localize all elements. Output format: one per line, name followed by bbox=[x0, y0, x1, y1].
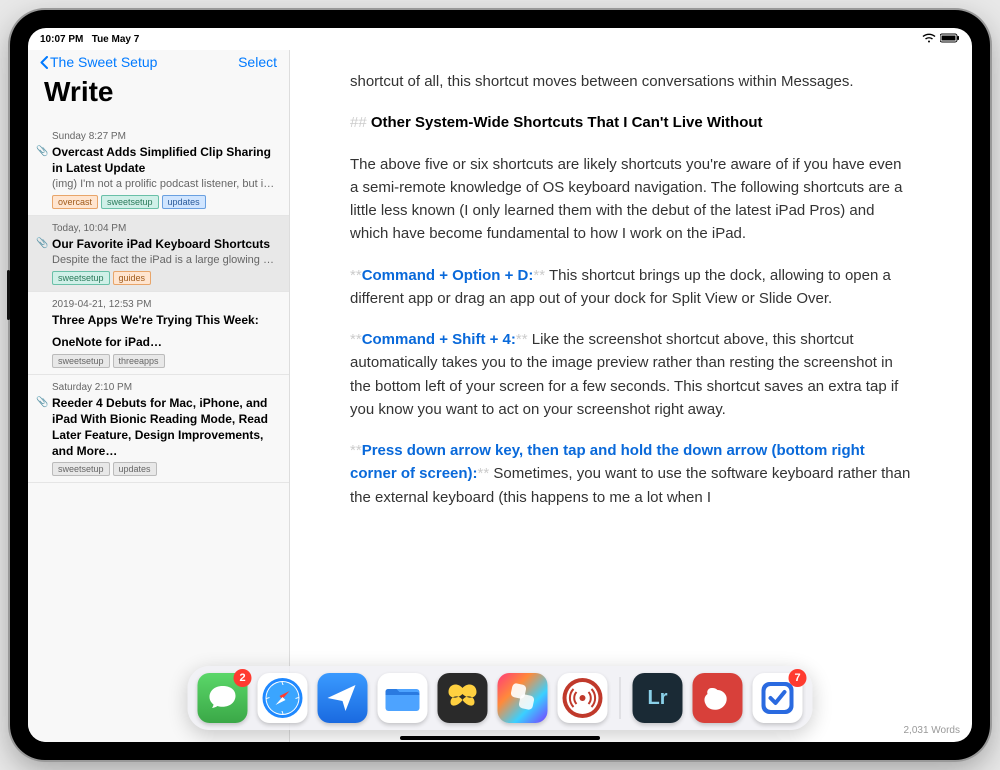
note-tags: sweetsetupupdates bbox=[52, 462, 277, 476]
shortcuts-icon[interactable] bbox=[498, 673, 548, 723]
word-count: 2,031 Words bbox=[903, 725, 960, 736]
paperclip-icon: 📎 bbox=[36, 397, 48, 408]
page-title: Write bbox=[40, 70, 277, 116]
paragraph: shortcut of all, this shortcut moves bet… bbox=[350, 70, 912, 93]
badge: 7 bbox=[789, 669, 807, 687]
mail-icon[interactable] bbox=[318, 673, 368, 723]
note-title: Three Apps We're Trying This Week: bbox=[52, 312, 277, 328]
note-date: Today, 10:04 PM bbox=[52, 222, 277, 235]
note-item[interactable]: 📎 Sunday 8:27 PMOvercast Adds Simplified … bbox=[28, 124, 289, 216]
paperclip-icon: 📎 bbox=[36, 238, 48, 249]
notes-sidebar: The Sweet Setup Select Write 📎 Sunday 8:2… bbox=[28, 50, 290, 742]
dock: 2 Lr 7 bbox=[188, 666, 813, 730]
bear-icon[interactable] bbox=[693, 673, 743, 723]
note-list[interactable]: 📎 Sunday 8:27 PMOvercast Adds Simplified … bbox=[28, 124, 289, 742]
note-date: Sunday 8:27 PM bbox=[52, 130, 277, 143]
status-bar: 10:07 PM Tue May 7 bbox=[28, 28, 972, 50]
messages-icon[interactable]: 2 bbox=[198, 673, 248, 723]
back-button[interactable]: The Sweet Setup bbox=[40, 54, 157, 70]
butterfly-icon[interactable] bbox=[438, 673, 488, 723]
heading-2: ## Other System-Wide Shortcuts That I Ca… bbox=[350, 111, 912, 134]
note-tags: sweetsetupthreeapps bbox=[52, 354, 277, 368]
lightroom-icon[interactable]: Lr bbox=[633, 673, 683, 723]
tag[interactable]: updates bbox=[113, 462, 157, 476]
files-icon[interactable] bbox=[378, 673, 428, 723]
safari-icon[interactable] bbox=[258, 673, 308, 723]
note-item[interactable]: 📎 Today, 10:04 PMOur Favorite iPad Keyboa… bbox=[28, 216, 289, 292]
note-date: 2019-04-21, 12:53 PM bbox=[52, 298, 277, 311]
note-tags: sweetsetupguides bbox=[52, 271, 277, 285]
ipad-frame: 10:07 PM Tue May 7 bbox=[10, 10, 990, 760]
note-item[interactable]: 📎 Saturday 2:10 PMReeder 4 Debuts for Mac… bbox=[28, 375, 289, 484]
paragraph: **Command + Shift + 4:** Like the screen… bbox=[350, 328, 912, 421]
tag[interactable]: updates bbox=[162, 195, 206, 209]
note-tags: overcastsweetsetupupdates bbox=[52, 195, 277, 209]
status-time: 10:07 PM Tue May 7 bbox=[40, 34, 139, 45]
overcast-icon[interactable] bbox=[558, 673, 608, 723]
editor-pane[interactable]: shortcut of all, this shortcut moves bet… bbox=[290, 50, 972, 742]
note-title: Overcast Adds Simplified Clip Sharing in… bbox=[52, 144, 277, 176]
tag[interactable]: sweetsetup bbox=[52, 354, 110, 368]
screen: 10:07 PM Tue May 7 bbox=[28, 28, 972, 742]
tag[interactable]: sweetsetup bbox=[52, 462, 110, 476]
tag[interactable]: overcast bbox=[52, 195, 98, 209]
note-preview: (img) I'm not a prolific podcast listene… bbox=[52, 177, 277, 192]
tag[interactable]: threeapps bbox=[113, 354, 165, 368]
badge: 2 bbox=[234, 669, 252, 687]
note-title: Reeder 4 Debuts for Mac, iPhone, and iPa… bbox=[52, 395, 277, 460]
paragraph: **Press down arrow key, then tap and hol… bbox=[350, 439, 912, 509]
tag[interactable]: sweetsetup bbox=[52, 271, 110, 285]
button-edge bbox=[7, 270, 10, 320]
chevron-left-icon bbox=[40, 56, 48, 69]
note-date: Saturday 2:10 PM bbox=[52, 381, 277, 394]
paragraph: **Command + Option + D:** This shortcut … bbox=[350, 264, 912, 311]
note-preview: Despite the fact the iPad is a large glo… bbox=[52, 253, 277, 268]
back-label: The Sweet Setup bbox=[50, 54, 157, 70]
select-button[interactable]: Select bbox=[238, 54, 277, 70]
battery-icon bbox=[940, 33, 960, 46]
tag[interactable]: sweetsetup bbox=[101, 195, 159, 209]
note-item[interactable]: 2019-04-21, 12:53 PMThree Apps We're Try… bbox=[28, 292, 289, 374]
home-indicator[interactable] bbox=[400, 736, 600, 740]
paperclip-icon: 📎 bbox=[36, 146, 48, 157]
tag[interactable]: guides bbox=[113, 271, 152, 285]
wifi-icon bbox=[922, 33, 936, 46]
paragraph: The above five or six shortcuts are like… bbox=[350, 153, 912, 246]
dock-separator bbox=[620, 677, 621, 719]
things-icon[interactable]: 7 bbox=[753, 673, 803, 723]
note-title: OneNote for iPad… bbox=[52, 334, 277, 350]
note-title: Our Favorite iPad Keyboard Shortcuts bbox=[52, 236, 277, 252]
